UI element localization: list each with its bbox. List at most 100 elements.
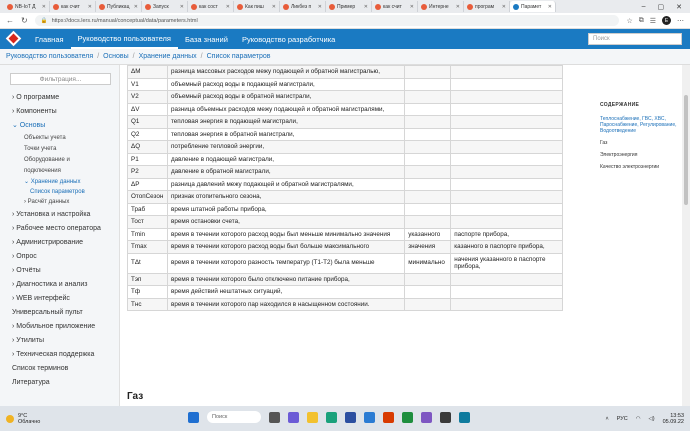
sidebar-item[interactable]: Точки учета [0, 144, 119, 155]
browser-tab[interactable]: Как пиш ✕ [234, 1, 280, 12]
menu-icon[interactable]: ⋯ [677, 17, 684, 25]
browser-tab[interactable]: как счит ✕ [50, 1, 96, 12]
tab-close-icon[interactable]: ✕ [226, 4, 230, 10]
browser-tab[interactable]: Публикац ✕ [96, 1, 142, 12]
filter-input[interactable]: Фильтрация... [10, 73, 111, 85]
browser-tab[interactable]: Ликбез п ✕ [280, 1, 326, 12]
table-cell [404, 297, 452, 311]
sidebar-item[interactable]: Список терминов [0, 362, 119, 376]
star-icon[interactable]: ☆ [626, 17, 632, 25]
sidebar-item[interactable]: ⌄ Хранение данных [0, 177, 119, 188]
telegram-icon[interactable] [459, 411, 470, 423]
table-row: V2 объемный расход воды в обратной магист… [127, 90, 563, 104]
maximize-icon[interactable]: ▢ [658, 3, 665, 11]
tab-close-icon[interactable]: ✕ [410, 4, 414, 10]
table-cell: значения [404, 240, 452, 254]
browser-tab[interactable]: Парамет ✕ [510, 1, 556, 12]
sidebar-item[interactable]: Объекты учета [0, 133, 119, 144]
sidebar-item[interactable]: › Администрирование [0, 236, 119, 250]
profile-avatar[interactable]: E [662, 16, 671, 25]
tab-close-icon[interactable]: ✕ [134, 4, 138, 10]
close-window-icon[interactable]: ✕ [676, 3, 682, 11]
browser-tab[interactable]: Интерне ✕ [418, 1, 464, 12]
tab-close-icon[interactable]: ✕ [180, 4, 184, 10]
breadcrumb-item[interactable]: Хранение данных [139, 53, 197, 60]
breadcrumb-item[interactable]: Список параметров [207, 53, 271, 60]
breadcrumb-item[interactable]: Руководство пользователя [6, 53, 93, 60]
start-icon[interactable] [188, 411, 199, 423]
weather-widget[interactable]: 9°C Облачно [6, 413, 40, 425]
volume-icon[interactable]: ◁) [649, 416, 655, 422]
scrollbar-thumb[interactable] [684, 95, 688, 205]
sidebar-item[interactable]: › Рабочее место оператора [0, 222, 119, 236]
tab-close-icon[interactable]: ✕ [88, 4, 92, 10]
browser-tab[interactable]: Пример ✕ [326, 1, 372, 12]
tab-close-icon[interactable]: ✕ [318, 4, 322, 10]
url-field[interactable]: 🔒 https://docs.lers.ru/manual/conceptual… [34, 15, 620, 26]
top-nav-item[interactable]: Руководство пользователя [70, 29, 178, 49]
sidebar-item[interactable]: › Отчёты [0, 264, 119, 278]
tab-close-icon[interactable]: ✕ [456, 4, 460, 10]
browser-tab[interactable]: програм ✕ [464, 1, 510, 12]
table-cell [404, 272, 452, 286]
sidebar-item[interactable]: Универсальный пульт [0, 306, 119, 320]
tab-close-icon[interactable]: ✕ [364, 4, 368, 10]
minimize-icon[interactable]: – [642, 3, 646, 11]
taskbar-search[interactable]: Поиск [207, 411, 261, 423]
clock[interactable]: 13:53 05.09.22 [663, 413, 684, 425]
sidebar-item[interactable]: › Мобильное приложение [0, 320, 119, 334]
wifi-icon[interactable]: ◠ [636, 416, 641, 422]
back-icon[interactable]: ← [6, 16, 14, 25]
toc-item[interactable]: Газ [600, 140, 680, 146]
tab-close-icon[interactable]: ✕ [502, 4, 506, 10]
sidebar-item[interactable]: подключения [0, 166, 119, 177]
top-nav-item[interactable]: База знаний [178, 29, 235, 49]
toc-item[interactable]: Теплоснабжение, ГВС, ХВС, Пароснабжение,… [600, 116, 680, 134]
tab-close-icon[interactable]: ✕ [42, 4, 46, 10]
sidebar-item[interactable]: › Техническая поддержка [0, 348, 119, 362]
sidebar-item[interactable]: Литература [0, 376, 119, 390]
edge-icon[interactable] [326, 411, 337, 423]
sidebar-item[interactable]: › Расчёт данных [0, 197, 119, 208]
store-icon[interactable] [345, 411, 356, 423]
browser-tab[interactable]: как сост ✕ [188, 1, 234, 12]
sidebar-item[interactable]: Оборудование и [0, 155, 119, 166]
office-icon[interactable] [383, 411, 394, 423]
tab-close-icon[interactable]: ✕ [548, 4, 552, 10]
top-nav-item[interactable]: Руководство разработчика [235, 29, 342, 49]
excel-icon[interactable] [402, 411, 413, 423]
collections-icon[interactable]: ☰ [650, 17, 656, 25]
top-nav-item[interactable]: Главная [28, 29, 71, 49]
sidebar-item[interactable]: › Опрос [0, 250, 119, 264]
sidebar-item[interactable]: › О программе [0, 91, 119, 105]
toc-item[interactable]: Электроэнергия [600, 152, 680, 158]
browser-tab[interactable]: Запуск ✕ [142, 1, 188, 12]
task-view-icon[interactable] [269, 411, 280, 423]
extensions-icon[interactable]: ⧉ [639, 17, 644, 25]
browser-tab[interactable]: NB-IoT Д ✕ [4, 1, 50, 12]
sidebar-item[interactable]: › WEB интерфейс [0, 292, 119, 306]
site-logo[interactable] [5, 30, 22, 47]
sidebar-item[interactable]: Список параметров [0, 188, 119, 197]
mail-icon[interactable] [364, 411, 375, 423]
sidebar-item[interactable]: ⌄ Основы [0, 119, 119, 133]
terminal-icon[interactable] [440, 411, 451, 423]
tab-favicon-icon [421, 3, 427, 10]
sidebar-item[interactable]: › Утилиты [0, 334, 119, 348]
page-scrollbar[interactable] [682, 65, 690, 406]
refresh-icon[interactable]: ↻ [21, 16, 28, 25]
chevron-up-icon[interactable]: ˄ [605, 416, 608, 422]
sidebar-item[interactable]: › Компоненты [0, 105, 119, 119]
weather-icon [6, 414, 14, 423]
browser-tab[interactable]: как счит ✕ [372, 1, 418, 12]
breadcrumb-item[interactable]: Основы [103, 53, 128, 60]
tab-close-icon[interactable]: ✕ [272, 4, 276, 10]
file-explorer-icon[interactable] [307, 411, 318, 423]
app-icon[interactable] [421, 411, 432, 423]
toc-item[interactable]: Качество электроэнергии [600, 164, 680, 170]
chat-icon[interactable] [288, 411, 299, 423]
sidebar-item[interactable]: › Диагностика и анализ [0, 278, 119, 292]
sidebar-item[interactable]: › Установка и настройка [0, 208, 119, 222]
search-input[interactable]: Поиск [588, 33, 682, 45]
language-indicator[interactable]: РУС [617, 416, 628, 422]
